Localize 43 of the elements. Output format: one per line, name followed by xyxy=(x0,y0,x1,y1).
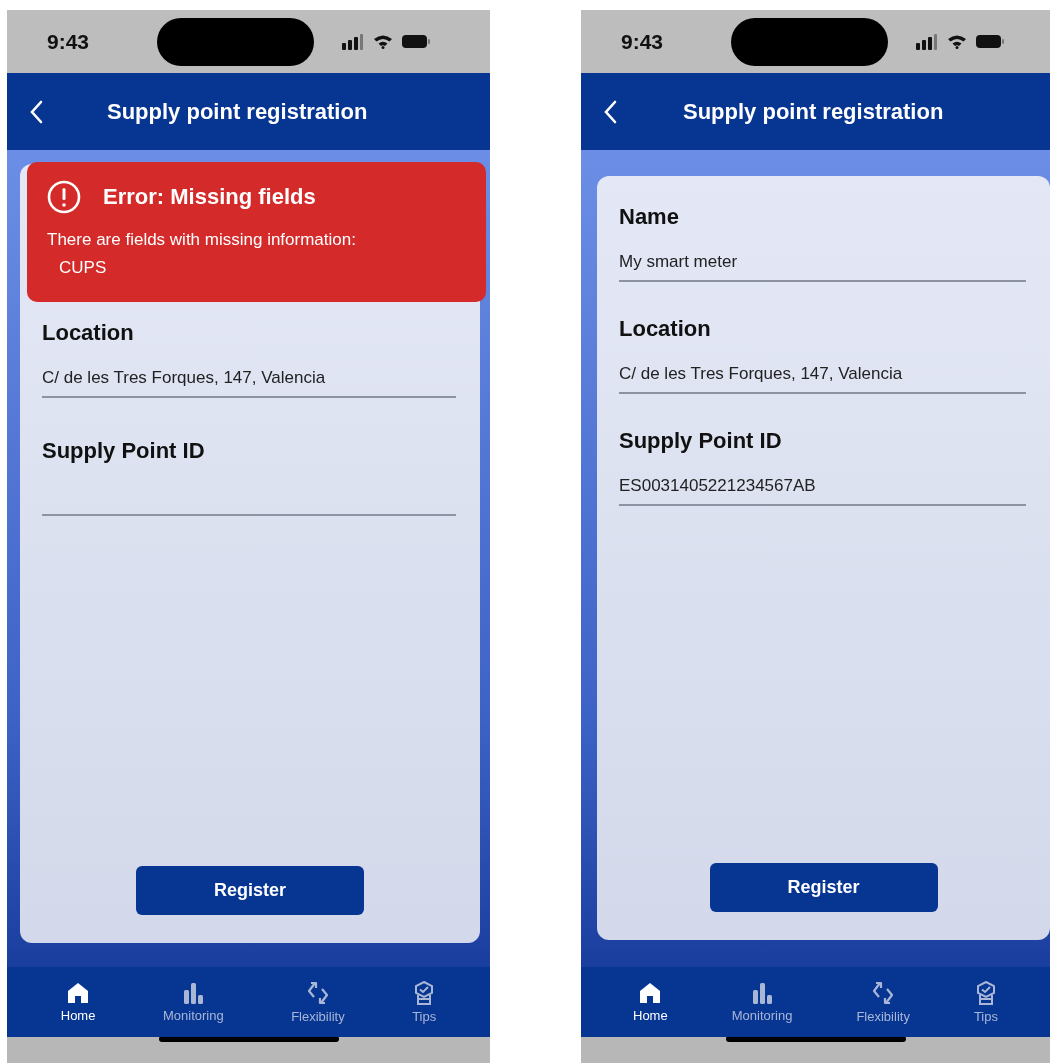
badge-icon xyxy=(413,980,436,1005)
missing-field: CUPS xyxy=(47,258,466,278)
cycle-arrows-icon xyxy=(871,980,896,1005)
bar-chart-icon xyxy=(181,981,206,1004)
field-label: Location xyxy=(42,320,135,346)
input-field[interactable]: C/ de les Tres Forques, 147, Valencia xyxy=(619,360,1026,394)
tab[interactable]: Flexibility xyxy=(291,980,345,1024)
status-time: 9:43 xyxy=(47,29,91,54)
error-icon xyxy=(47,180,81,214)
wifi-icon xyxy=(947,34,967,49)
tab[interactable]: Monitoring xyxy=(162,981,224,1023)
error-message: There are fields with missing information: xyxy=(47,230,357,250)
register-button[interactable]: Register xyxy=(136,866,364,915)
tab[interactable]: Tips xyxy=(412,980,437,1024)
screen-title: Supply point registration xyxy=(107,98,368,125)
field-label: Name xyxy=(619,204,680,230)
input-field[interactable]: C/ de les Tres Forques, 147, Valencia xyxy=(42,364,456,398)
field-label: Location xyxy=(619,316,712,342)
error-title: Error: Missing fields xyxy=(103,184,316,210)
battery-icon xyxy=(976,35,1004,48)
back-icon[interactable] xyxy=(29,99,43,124)
signal-icon xyxy=(916,33,938,50)
bar-chart-icon xyxy=(750,981,775,1004)
field-label: Supply Point ID xyxy=(42,438,206,464)
register-button[interactable]: Register xyxy=(709,863,938,912)
tab[interactable]: Home xyxy=(60,981,96,1023)
tab[interactable]: Flexibility xyxy=(856,980,910,1024)
field-label: Supply Point ID xyxy=(619,428,783,454)
input-field[interactable]: My smart meter xyxy=(619,248,1026,282)
house-icon xyxy=(638,981,663,1004)
house-icon xyxy=(66,981,91,1004)
tab[interactable]: Home xyxy=(633,981,668,1023)
battery-icon xyxy=(402,35,430,48)
status-time: 9:43 xyxy=(621,29,665,54)
tab[interactable]: Tips xyxy=(973,980,998,1024)
signal-icon xyxy=(342,33,364,50)
cycle-arrows-icon xyxy=(305,980,330,1005)
screen-title: Supply point registration xyxy=(683,98,944,125)
tab[interactable]: Monitoring xyxy=(731,981,793,1023)
badge-icon xyxy=(974,980,997,1005)
input-field[interactable]: ES0031405221234567AB xyxy=(619,472,1026,506)
back-icon[interactable] xyxy=(603,99,617,124)
wifi-icon xyxy=(373,34,393,49)
